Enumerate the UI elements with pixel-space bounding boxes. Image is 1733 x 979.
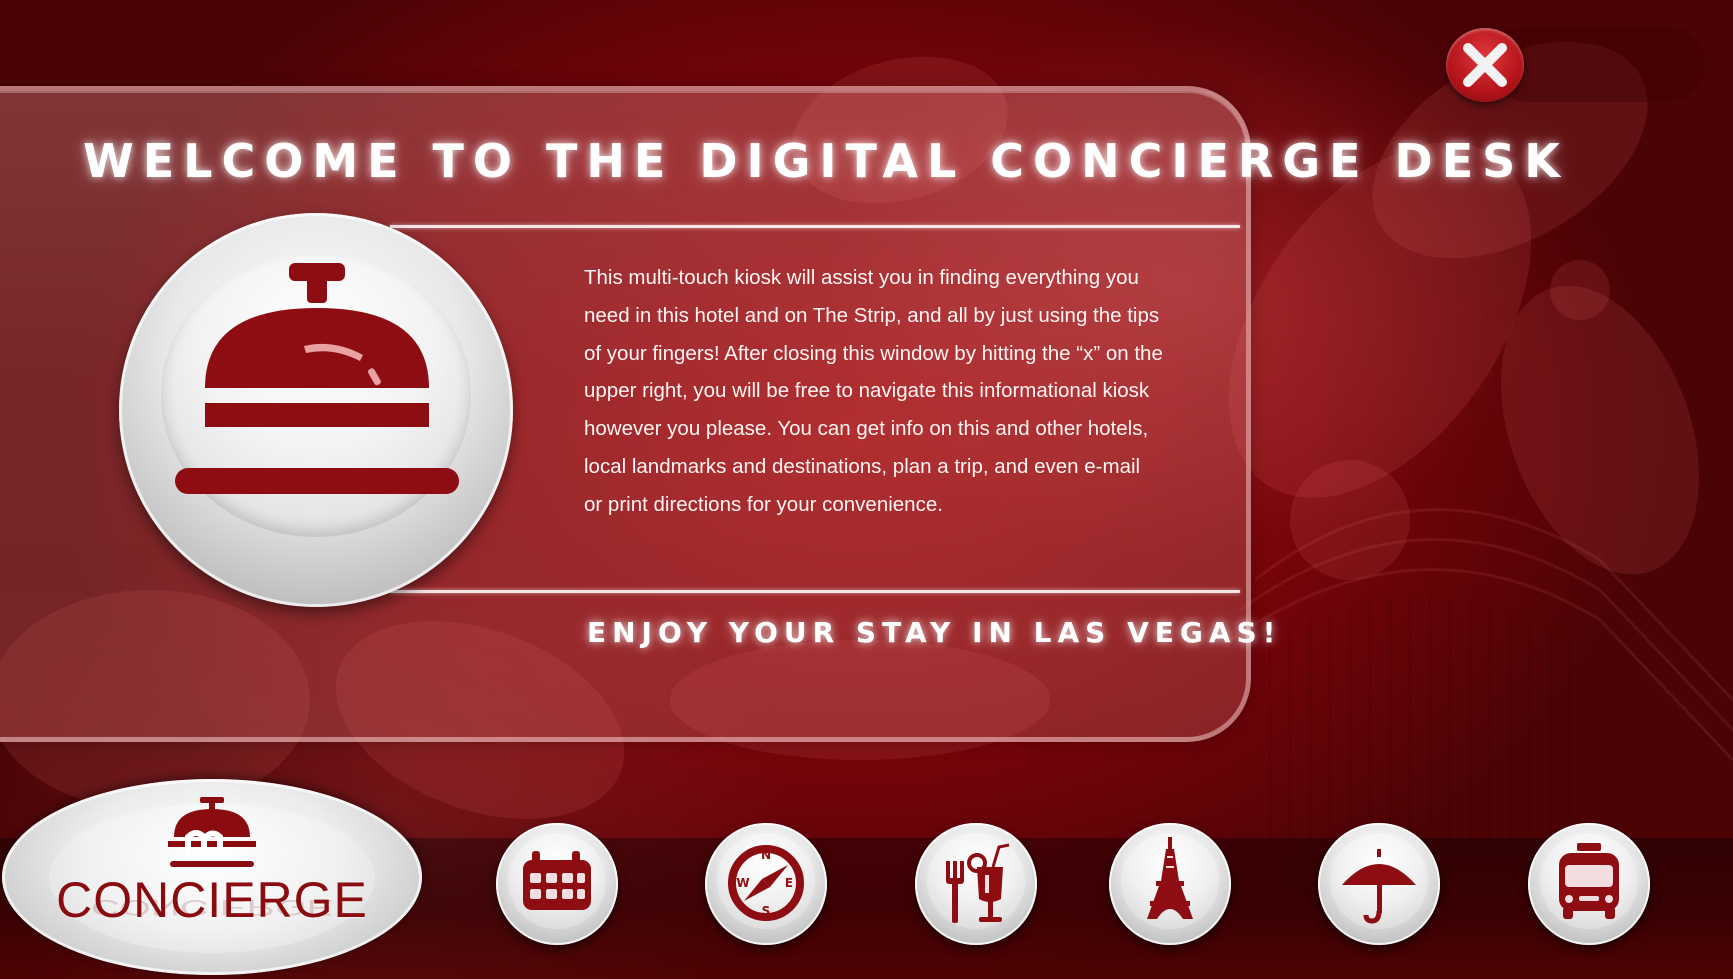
calendar-icon: [523, 851, 591, 910]
panel-divider-top: [390, 225, 1240, 228]
transportation-button[interactable]: [1528, 823, 1650, 945]
weather-button[interactable]: [1318, 823, 1440, 945]
close-button[interactable]: [1446, 28, 1524, 102]
svg-text:N: N: [761, 848, 771, 862]
bus-icon: [1559, 843, 1619, 919]
panel-divider-bottom: [390, 590, 1240, 593]
dining-drinks-icon: [946, 843, 1010, 923]
svg-text:E: E: [785, 876, 793, 890]
umbrella-icon: [1342, 849, 1416, 924]
compass-icon: NESW: [728, 845, 804, 921]
svg-text:S: S: [762, 904, 771, 918]
calendar-button[interactable]: [496, 823, 618, 945]
compass-button[interactable]: NESW: [705, 823, 827, 945]
welcome-closing-text: ENJOY YOUR STAY IN LAS VEGAS!: [587, 616, 1282, 649]
concierge-button[interactable]: CONCIERGE CONCIERGE: [2, 779, 422, 975]
concierge-label-reflection: CONCIERGE: [90, 894, 334, 919]
landmarks-button[interactable]: [1109, 823, 1231, 945]
dining-button[interactable]: [915, 823, 1037, 945]
svg-text:W: W: [736, 876, 749, 890]
service-bell-emblem: [119, 213, 513, 607]
kiosk-screen: WELCOME TO THE DIGITAL CONCIERGE DESK Th…: [0, 0, 1733, 979]
service-bell-icon: [175, 263, 459, 494]
eiffel-tower-icon: [1147, 837, 1193, 919]
close-x-icon: [1463, 43, 1507, 87]
welcome-title: WELCOME TO THE DIGITAL CONCIERGE DESK: [83, 134, 1569, 188]
welcome-body-text: This multi-touch kiosk will assist you i…: [584, 266, 1163, 516]
